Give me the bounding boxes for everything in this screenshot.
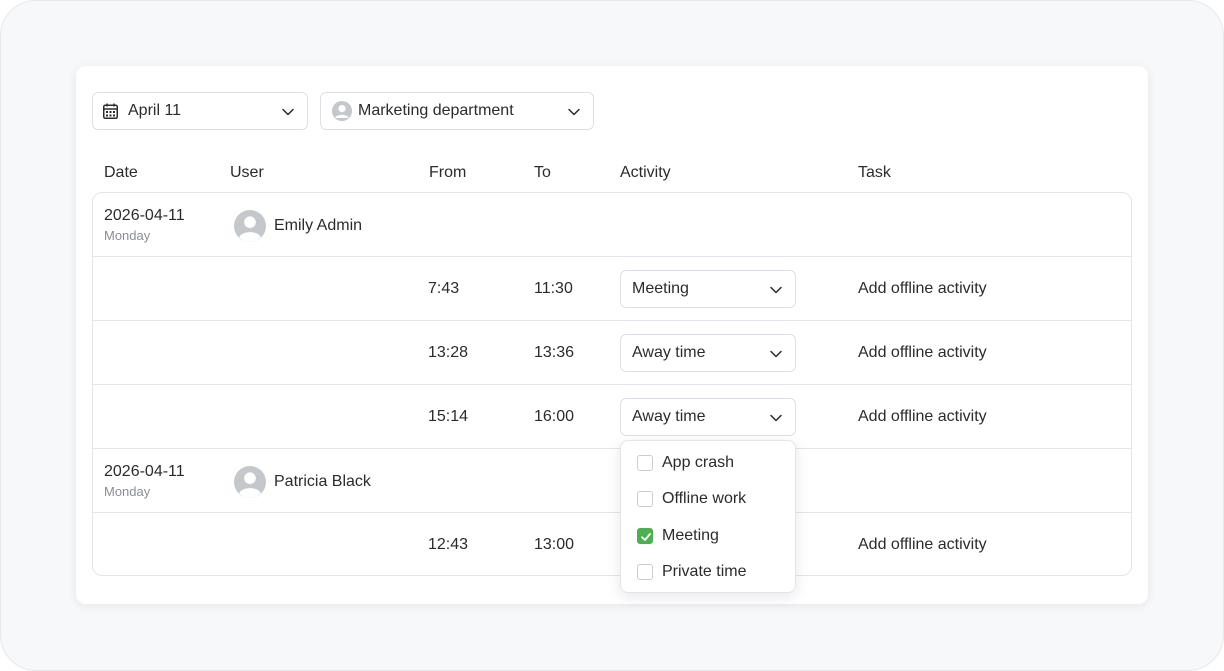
calendar-icon <box>103 103 118 119</box>
to-time: 13:36 <box>534 344 575 361</box>
column-header-to[interactable]: To <box>534 164 551 182</box>
date-filter-dropdown[interactable]: April 11 <box>92 92 308 130</box>
chevron-down-icon <box>770 286 782 294</box>
activity-dropdown[interactable]: Away time <box>620 398 796 436</box>
user-name: Emily Admin <box>274 217 363 234</box>
user-avatar-icon <box>234 466 266 498</box>
from-time: 13:28 <box>428 344 469 361</box>
option-label: Meeting <box>662 527 719 544</box>
activity-dropdown[interactable]: Away time <box>620 334 796 372</box>
table-row: 12:43 13:00 Add offline activity <box>93 513 1131 577</box>
activity-dropdown-value: Meeting <box>632 280 689 297</box>
chevron-down-icon <box>770 414 782 422</box>
from-time: 7:43 <box>428 280 460 297</box>
department-filter-label: Marketing department <box>358 102 514 119</box>
chevron-down-icon <box>568 108 580 116</box>
date-value: 2026-04-11 <box>104 463 185 480</box>
option-label: App crash <box>662 454 735 471</box>
offline-activity-card: April 11 Marketing department Date User … <box>76 66 1148 604</box>
column-header-task[interactable]: Task <box>858 164 891 182</box>
user-avatar-icon <box>332 101 352 121</box>
table-row: 15:14 16:00 Away time Add offline activi… <box>93 385 1131 449</box>
activity-dropdown-menu: App crash Offline work Meeting Private t… <box>620 440 796 593</box>
task-link[interactable]: Add offline activity <box>858 535 987 555</box>
column-header-user[interactable]: User <box>230 164 264 182</box>
chevron-down-icon <box>282 108 294 116</box>
user-name: Patricia Black <box>274 473 371 490</box>
table-row: 7:43 11:30 Meeting Add offline activity <box>93 257 1131 321</box>
chevron-down-icon <box>770 350 782 358</box>
weekday-value: Monday <box>104 228 151 243</box>
column-header-from[interactable]: From <box>429 164 466 182</box>
option-label: Offline work <box>662 490 747 507</box>
user-group-row: 2026-04-11 Monday Patricia Black <box>93 449 1131 513</box>
activity-option-app-crash[interactable]: App crash <box>637 452 734 474</box>
user-group-row: 2026-04-11 Monday Emily Admin <box>93 193 1131 257</box>
activity-option-offline-work[interactable]: Offline work <box>637 488 746 510</box>
date-cell: 2026-04-11 Monday <box>104 207 185 244</box>
date-cell: 2026-04-11 Monday <box>104 463 185 500</box>
from-time: 15:14 <box>428 408 469 425</box>
task-link[interactable]: Add offline activity <box>858 279 987 299</box>
user-cell: Emily Admin <box>234 209 362 243</box>
column-header-date[interactable]: Date <box>104 164 138 182</box>
task-link[interactable]: Add offline activity <box>858 407 987 427</box>
column-header-activity[interactable]: Activity <box>620 164 671 182</box>
checkbox[interactable] <box>637 491 653 507</box>
activity-option-private-time[interactable]: Private time <box>637 561 746 583</box>
user-avatar-icon <box>234 210 266 242</box>
activity-dropdown-value: Away time <box>632 344 706 361</box>
to-time: 11:30 <box>534 280 573 297</box>
date-filter-label: April 11 <box>128 102 182 119</box>
checkbox[interactable] <box>637 564 653 580</box>
activity-dropdown[interactable]: Meeting <box>620 270 796 308</box>
table-row: 13:28 13:36 Away time Add offline activi… <box>93 321 1131 385</box>
user-cell: Patricia Black <box>234 465 371 499</box>
to-time: 13:00 <box>534 536 575 553</box>
task-link[interactable]: Add offline activity <box>858 343 987 363</box>
weekday-value: Monday <box>104 484 151 499</box>
department-filter-dropdown[interactable]: Marketing department <box>320 92 594 130</box>
checkbox[interactable] <box>637 455 653 471</box>
option-label: Private time <box>662 563 747 580</box>
date-value: 2026-04-11 <box>104 207 185 224</box>
checkbox-checked[interactable] <box>637 528 653 544</box>
from-time: 12:43 <box>428 536 469 553</box>
activity-table: 2026-04-11 Monday Emily Admin 7:43 11:30… <box>92 192 1132 576</box>
checkmark-icon <box>641 533 651 541</box>
to-time: 16:00 <box>534 408 575 425</box>
activity-dropdown-value: Away time <box>632 408 706 425</box>
activity-option-meeting[interactable]: Meeting <box>637 525 719 547</box>
